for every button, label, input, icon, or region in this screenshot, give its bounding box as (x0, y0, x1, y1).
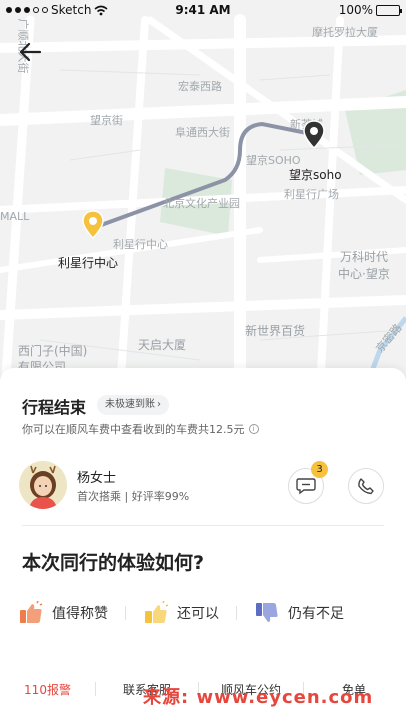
ok-hand-icon (145, 601, 169, 623)
map-label: 阜通西大街 (175, 126, 230, 139)
call-button[interactable] (348, 468, 384, 504)
rating-option-label: 值得称赞 (52, 606, 108, 622)
map-label: 中心·望京 (338, 267, 390, 281)
back-arrow-icon[interactable] (16, 40, 44, 64)
rating-options: 值得称赞 还可以 仍有不足 (18, 601, 388, 625)
status-bar: Sketch 9:41 AM 100% (0, 0, 406, 20)
trip-summary-sheet: 行程结束 未极速到账 › 你可以在顺风车费中查看收到的车费共12.5元 i 杨女… (0, 368, 406, 722)
start-pin-icon[interactable] (82, 210, 104, 240)
rating-question: 本次同行的体验如何? (22, 552, 205, 574)
end-pin-label: 望京soho (289, 168, 342, 182)
battery-percent: 100% (338, 3, 373, 17)
trip-status-title: 行程结束 (22, 398, 87, 417)
rating-option-praise[interactable]: 值得称赞 (18, 601, 108, 625)
payment-status-label: 未极速到账 (105, 399, 155, 410)
payment-status-badge[interactable]: 未极速到账 › (97, 395, 169, 415)
map-label: 摩托罗拉大厦 (312, 26, 378, 39)
fare-note-text: 你可以在顺风车费中查看收到的车费共12.5元 (22, 423, 245, 436)
map-label: MALL (0, 210, 30, 223)
map-label: 宏泰西路 (178, 80, 222, 93)
start-pin-label: 利星行中心 (58, 256, 119, 270)
rating-separator (125, 606, 126, 620)
fare-note: 你可以在顺风车费中查看收到的车费共12.5元 i (22, 421, 259, 437)
map-label: 西门子(中国) (18, 344, 88, 358)
rating-option-insufficient[interactable]: 仍有不足 (254, 601, 344, 625)
map-label: 利星行中心 (113, 238, 168, 251)
map-label: 万科时代 (340, 250, 389, 264)
unread-count-badge: 3 (311, 461, 328, 478)
section-divider (22, 525, 384, 526)
phone-icon (358, 478, 374, 495)
map-label: 天启大厦 (138, 338, 187, 352)
chevron-right-icon: › (157, 399, 161, 410)
message-button[interactable]: 3 (288, 461, 328, 504)
map-label: 北京文化产业园 (163, 197, 240, 210)
avatar-illustration (19, 461, 67, 509)
rating-option-label: 仍有不足 (288, 606, 344, 622)
driver-avatar[interactable] (19, 461, 67, 509)
route-map[interactable]: 摩托罗拉大厦 宏泰西路 望京街 阜通西大街 望京SOHO 新荟城 利星行广场 北… (0, 0, 406, 390)
battery-status: 100% (338, 3, 402, 17)
info-icon[interactable]: i (248, 424, 259, 434)
map-label: 利星行广场 (284, 188, 339, 201)
map-label: 望京街 (90, 114, 123, 127)
thumbs-up-icon (20, 601, 43, 623)
map-label: 新世界百货 (245, 324, 306, 338)
rating-separator (236, 606, 237, 620)
end-pin-icon[interactable] (303, 120, 325, 150)
rating-option-label: 还可以 (177, 606, 219, 622)
battery-icon (376, 4, 402, 16)
rating-option-okay[interactable]: 还可以 (143, 601, 219, 625)
emergency-call-button[interactable]: 110报警 (0, 681, 95, 698)
driver-rating-info: 首次搭乘 | 好评率99% (77, 490, 190, 503)
thumbs-down-icon (256, 603, 278, 622)
watermark-text: 来源: www.eycen.com (143, 687, 374, 708)
chat-icon (296, 478, 316, 495)
driver-name: 杨女士 (77, 471, 117, 486)
